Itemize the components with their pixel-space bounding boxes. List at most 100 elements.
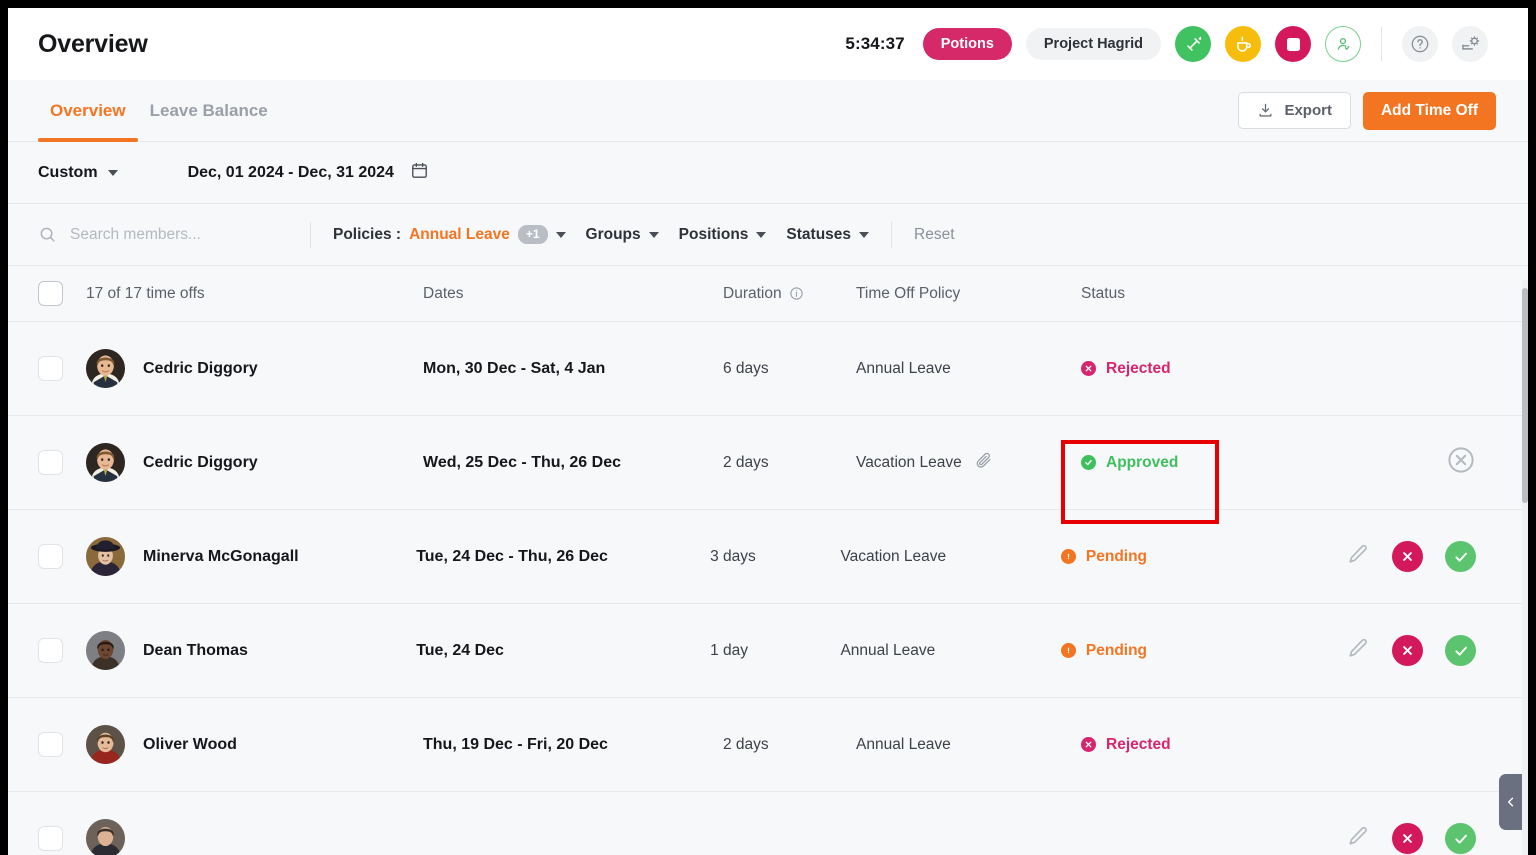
approve-button[interactable] [1445, 635, 1476, 666]
timeoff-count-label: 17 of 17 time offs [63, 285, 423, 303]
avatar [86, 443, 125, 482]
statuses-filter[interactable]: Statuses [786, 226, 869, 244]
filter-divider-right [891, 222, 892, 248]
row-member-name: Minerva McGonagall [143, 548, 299, 566]
row-member-name: Oliver Wood [143, 736, 237, 754]
avatar [86, 537, 125, 576]
row-checkbox[interactable] [38, 638, 63, 663]
policies-extra-badge: +1 [518, 225, 548, 244]
policies-filter[interactable]: Policies : Annual Leave +1 [333, 225, 566, 244]
tab-leave-balance[interactable]: Leave Balance [138, 80, 280, 141]
chevron-down-icon [756, 232, 766, 238]
status-label: Rejected [1106, 736, 1171, 754]
filter-divider-left [310, 222, 311, 248]
date-preset-dropdown[interactable]: Custom [38, 164, 118, 182]
current-task-pill[interactable]: Potions [923, 28, 1012, 60]
column-header-policy: Time Off Policy [856, 285, 1081, 303]
user-status-icon[interactable] [1325, 26, 1361, 62]
reject-button[interactable] [1392, 541, 1423, 572]
date-range-label[interactable]: Dec, 01 2024 - Dec, 31 2024 [188, 164, 394, 182]
pending-icon [1061, 643, 1076, 658]
positions-filter[interactable]: Positions [679, 226, 767, 244]
column-header-duration-label: Duration [723, 285, 782, 303]
approve-button[interactable] [1445, 541, 1476, 572]
add-time-off-button[interactable]: Add Time Off [1363, 92, 1496, 130]
row-checkbox[interactable] [38, 826, 63, 851]
edit-icon[interactable] [1345, 636, 1370, 666]
table-row[interactable]: Cedric Diggory Mon, 30 Dec - Sat, 4 Jan … [8, 322, 1528, 416]
avatar [86, 819, 125, 855]
help-icon[interactable] [1402, 26, 1438, 62]
edit-icon[interactable] [1345, 542, 1370, 572]
coffee-break-icon[interactable] [1225, 26, 1261, 62]
row-member: Dean Thomas [63, 631, 416, 670]
row-dates: Wed, 25 Dec - Thu, 26 Dec [423, 454, 723, 472]
activity-tracker-icon[interactable] [1175, 26, 1211, 62]
approved-icon [1081, 455, 1096, 470]
reset-filters-button[interactable]: Reset [914, 226, 955, 244]
row-checkbox[interactable] [38, 732, 63, 757]
row-member-name: Dean Thomas [143, 642, 248, 660]
select-all-checkbox[interactable] [38, 281, 63, 306]
row-actions [1345, 635, 1498, 666]
row-member-name: Cedric Diggory [143, 454, 258, 472]
table-row[interactable]: Dean Thomas Tue, 24 Dec 1 day Annual Lea… [8, 604, 1528, 698]
row-checkbox[interactable] [38, 544, 63, 569]
page-title: Overview [38, 30, 148, 59]
app-window: Overview 5:34:37 Potions Project Hagrid [8, 8, 1528, 855]
row-duration: 2 days [723, 736, 856, 754]
side-panel-toggle[interactable] [1499, 774, 1522, 830]
scrollbar-thumb[interactable] [1522, 288, 1528, 503]
filter-bar: Policies : Annual Leave +1 Groups Positi… [8, 204, 1528, 266]
tab-overview-label: Overview [50, 101, 126, 121]
groups-filter[interactable]: Groups [586, 226, 659, 244]
reject-button[interactable] [1392, 823, 1423, 854]
status-badge: Approved [1081, 454, 1371, 472]
search-icon [38, 225, 57, 244]
row-policy: Annual Leave [856, 360, 1081, 378]
search-box[interactable] [38, 225, 288, 244]
positions-label: Positions [679, 226, 749, 244]
timer-display: 5:34:37 [845, 34, 904, 54]
row-duration: 1 day [710, 642, 840, 660]
row-policy-label: Annual Leave [840, 642, 935, 660]
current-project-pill[interactable]: Project Hagrid [1026, 28, 1161, 60]
row-member [63, 819, 416, 855]
row-member-name: Cedric Diggory [143, 360, 258, 378]
row-member: Cedric Diggory [63, 349, 423, 388]
cancel-timeoff-icon[interactable] [1446, 445, 1476, 480]
stop-timer-icon[interactable] [1275, 26, 1311, 62]
search-input[interactable] [70, 226, 270, 244]
reject-button[interactable] [1392, 635, 1423, 666]
add-time-off-label: Add Time Off [1381, 102, 1478, 119]
row-checkbox[interactable] [38, 356, 63, 381]
row-actions [1345, 541, 1498, 572]
export-button[interactable]: Export [1238, 92, 1351, 129]
table-row-partial[interactable] [8, 792, 1528, 855]
approve-button[interactable] [1445, 823, 1476, 854]
row-duration: 3 days [710, 548, 840, 566]
row-policy-label: Vacation Leave [840, 548, 946, 566]
status-label: Pending [1086, 642, 1147, 660]
tabs-actions: Export Add Time Off [1238, 92, 1496, 130]
groups-label: Groups [586, 226, 641, 244]
attachment-icon[interactable] [974, 450, 994, 475]
table-header: 17 of 17 time offs Dates Duration Time O… [8, 266, 1528, 322]
settings-icon[interactable] [1452, 26, 1488, 62]
tab-overview[interactable]: Overview [38, 80, 138, 141]
calendar-icon[interactable] [410, 161, 429, 185]
top-header: Overview 5:34:37 Potions Project Hagrid [8, 8, 1528, 80]
row-dates: Thu, 19 Dec - Fri, 20 Dec [423, 736, 723, 754]
rejected-icon [1081, 361, 1096, 376]
table-row[interactable]: Oliver Wood Thu, 19 Dec - Fri, 20 Dec 2 … [8, 698, 1528, 792]
row-checkbox[interactable] [38, 450, 63, 475]
row-duration: 2 days [723, 454, 856, 472]
info-icon[interactable] [789, 286, 804, 301]
row-policy: Annual Leave [856, 736, 1081, 754]
avatar-photo [86, 537, 125, 576]
filter-group: Policies : Annual Leave +1 Groups Positi… [333, 225, 869, 244]
table-row[interactable]: Minerva McGonagall Tue, 24 Dec - Thu, 26… [8, 510, 1528, 604]
edit-icon[interactable] [1345, 824, 1370, 854]
row-policy-label: Annual Leave [856, 360, 951, 378]
table-row[interactable]: Cedric Diggory Wed, 25 Dec - Thu, 26 Dec… [8, 416, 1528, 510]
